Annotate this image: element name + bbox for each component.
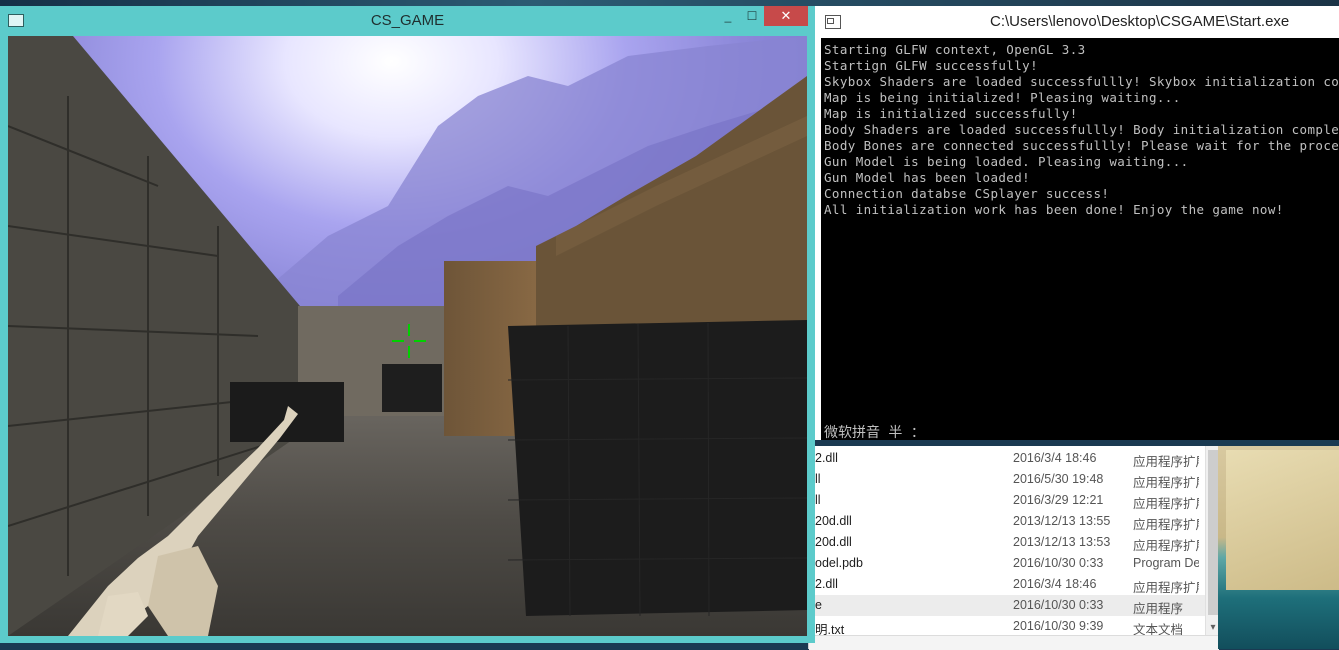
file-name: 2.dll: [815, 451, 838, 465]
file-type: 应用程序扩展: [1133, 476, 1199, 490]
console-line: Map is being initialized! Pleasing waiti…: [824, 90, 1181, 105]
gun-model: [68, 406, 298, 636]
crosshair-icon: [392, 324, 426, 358]
console-title: C:\Users\lenovo\Desktop\CSGAME\Start.exe: [990, 13, 1290, 30]
console-line: Gun Model has been loaded!: [824, 170, 1031, 185]
file-name: e: [815, 598, 822, 612]
file-date: 2016/3/4 18:46: [1013, 451, 1097, 465]
desktop-wallpaper-image: [1218, 446, 1339, 649]
wallpaper-paper-detail: [1226, 450, 1339, 590]
file-name: ll: [815, 472, 821, 486]
file-name: ll: [815, 493, 821, 507]
file-row[interactable]: 20d.dll 2013/12/13 13:55 应用程序扩展: [809, 511, 1205, 532]
console-line: Body Bones are connected successfullly! …: [824, 138, 1339, 153]
close-button[interactable]: ✕: [764, 6, 808, 26]
file-row[interactable]: ll 2016/5/30 19:48 应用程序扩展: [809, 469, 1205, 490]
maximize-button[interactable]: ☐: [740, 6, 764, 26]
console-line: Startign GLFW successfully!: [824, 58, 1038, 73]
console-titlebar[interactable]: C:\Users\lenovo\Desktop\CSGAME\Start.exe: [815, 6, 1339, 37]
file-name: 20d.dll: [815, 535, 852, 549]
file-name: 2.dll: [815, 577, 838, 591]
file-date: 2016/10/30 9:39: [1013, 619, 1104, 633]
game-window[interactable]: CS_GAME _ ☐ ✕: [0, 6, 815, 643]
file-type: 应用程序扩展: [1133, 539, 1199, 553]
dark-crate-right: [508, 320, 807, 617]
file-type: Program Debug: [1133, 556, 1199, 570]
file-date: 2016/3/29 12:21: [1013, 493, 1104, 507]
game-titlebar[interactable]: CS_GAME _ ☐ ✕: [0, 6, 815, 36]
file-date: 2016/3/4 18:46: [1013, 577, 1097, 591]
explorer-status-strip: [809, 635, 1219, 650]
file-row[interactable]: 20d.dll 2013/12/13 13:53 应用程序扩展: [809, 532, 1205, 553]
game-viewport[interactable]: [8, 36, 807, 636]
ime-status-text: 微软拼音 半 ：: [824, 425, 925, 440]
far-wall-detail: [413, 311, 415, 313]
console-line: Map is initialized successfully!: [824, 106, 1078, 121]
console-line: Connection databse CSplayer success!: [824, 186, 1110, 201]
file-date: 2013/12/13 13:53: [1013, 535, 1111, 549]
file-date: 2016/5/30 19:48: [1013, 472, 1104, 486]
file-type: 应用程序扩展: [1133, 518, 1199, 532]
dark-crate-middle: [382, 364, 442, 412]
file-type: 应用程序: [1133, 602, 1184, 616]
file-name: 20d.dll: [815, 514, 852, 528]
file-row[interactable]: odel.pdb 2016/10/30 0:33 Program Debug: [809, 553, 1205, 574]
file-row[interactable]: ll 2016/3/29 12:21 应用程序扩展: [809, 490, 1205, 511]
scrollbar-thumb[interactable]: [1208, 450, 1218, 615]
file-row[interactable]: e 2016/10/30 0:33 应用程序: [809, 595, 1205, 616]
file-type: 应用程序扩展: [1133, 581, 1199, 595]
file-date: 2013/12/13 13:55: [1013, 514, 1111, 528]
file-name: odel.pdb: [815, 556, 863, 570]
console-line: All initialization work has been done! E…: [824, 202, 1284, 217]
file-date: 2016/10/30 0:33: [1013, 556, 1104, 570]
console-window[interactable]: C:\Users\lenovo\Desktop\CSGAME\Start.exe…: [815, 6, 1339, 440]
game-title: CS_GAME: [370, 12, 445, 29]
console-line: Gun Model is being loaded. Pleasing wait…: [824, 154, 1189, 169]
file-type: 应用程序扩展: [1133, 497, 1199, 511]
file-row[interactable]: 2.dll 2016/3/4 18:46 应用程序扩展: [809, 574, 1205, 595]
file-type: 应用程序扩展: [1133, 455, 1199, 469]
console-output[interactable]: Starting GLFW context, OpenGL 3.3 Startig…: [821, 38, 1339, 440]
console-line: Skybox Shaders are loaded successfullly!…: [824, 74, 1339, 89]
file-row[interactable]: 2.dll 2016/3/4 18:46 应用程序扩展: [809, 448, 1205, 469]
file-row[interactable]: 明.txt 2016/10/30 9:39 文本文档: [809, 616, 1205, 637]
file-date: 2016/10/30 0:33: [1013, 598, 1104, 612]
file-explorer-window: 2.dll 2016/3/4 18:46 应用程序扩展 ll 2016/5/30 19:…: [808, 446, 1220, 650]
console-window-icon: [825, 15, 841, 29]
minimize-button[interactable]: _: [716, 6, 740, 26]
console-line: Body Shaders are loaded successfullly! B…: [824, 122, 1339, 137]
console-line: Starting GLFW context, OpenGL 3.3: [824, 42, 1086, 57]
